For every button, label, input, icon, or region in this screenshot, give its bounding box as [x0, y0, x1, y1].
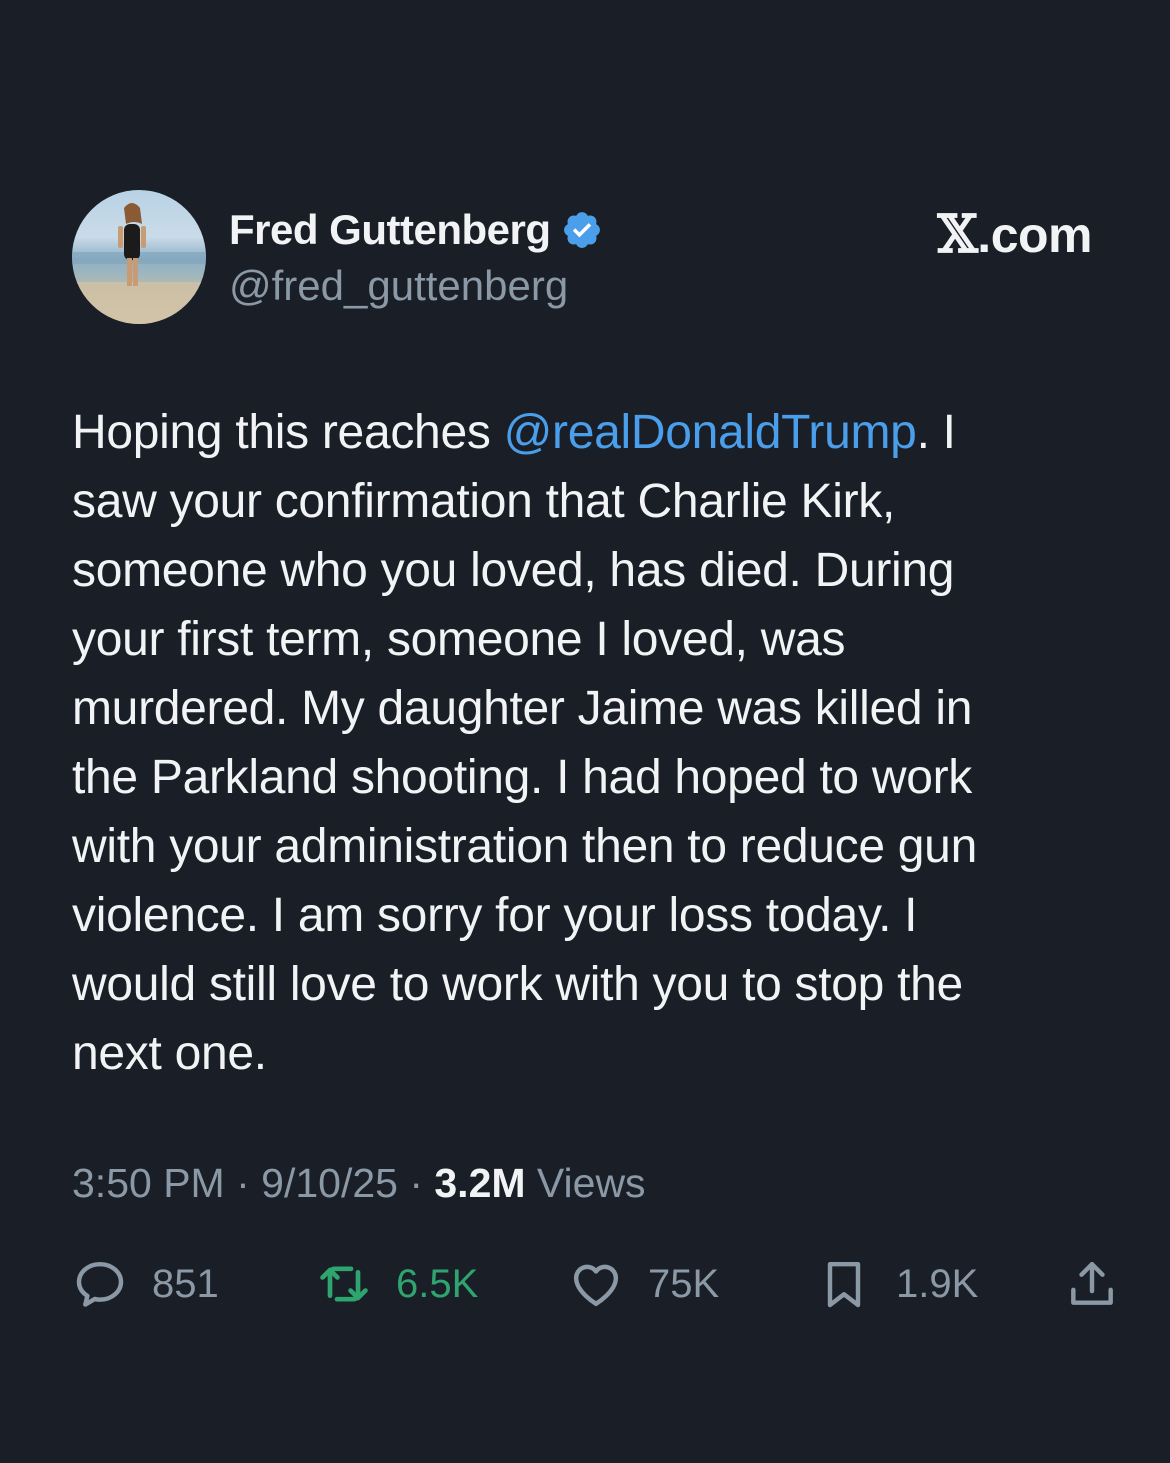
reply-icon [76, 1261, 124, 1307]
like-button[interactable]: 75K [568, 1254, 719, 1314]
repost-count: 6.5K [396, 1261, 479, 1306]
author-handle[interactable]: @fred_guttenberg [229, 262, 568, 310]
x-logo: 𝕏 .com [937, 204, 1092, 265]
bookmark-icon [827, 1261, 861, 1308]
meta-separator: · [224, 1160, 262, 1206]
avatar[interactable] [72, 190, 206, 324]
post-line: saw your confirmation that Charlie Kirk, [72, 475, 895, 528]
post-line: Hoping this reaches @realDonaldTrump. I [72, 398, 1102, 467]
post-line-text: Hoping this reaches [72, 406, 504, 459]
reply-count: 851 [152, 1261, 219, 1306]
verified-badge-icon [563, 212, 600, 248]
post-line: would still love to work with you to sto… [72, 958, 963, 1011]
mention-link[interactable]: @realDonaldTrump [504, 406, 917, 459]
meta-separator: · [397, 1160, 435, 1206]
repost-button[interactable]: 6.5K [316, 1254, 478, 1314]
post-line: someone who you loved, has died. During [72, 544, 955, 597]
repost-icon [320, 1266, 368, 1302]
x-logo-label: .com [977, 207, 1092, 263]
author-name-row[interactable]: Fred Guttenberg [229, 204, 603, 256]
post-meta: 3:50 PM · 9/10/25 · 3.2M Views [72, 1160, 646, 1207]
post-line: your first term, someone I loved, was [72, 613, 846, 666]
tweet-card: Fred Guttenberg @fred_guttenberg 𝕏 .com H… [0, 0, 1170, 1463]
heart-icon [573, 1264, 619, 1307]
author-display-name[interactable]: Fred Guttenberg [229, 206, 551, 254]
share-button[interactable] [1064, 1254, 1120, 1314]
post-line: violence. I am sorry for your loss today… [72, 889, 918, 942]
views-label: Views [525, 1160, 646, 1206]
views-count[interactable]: 3.2M [434, 1160, 525, 1206]
post-line: next one. [72, 1027, 267, 1080]
post-text: Hoping this reaches @realDonaldTrump. I … [72, 398, 1102, 1088]
reply-button[interactable]: 851 [72, 1254, 219, 1314]
share-icon [1071, 1261, 1113, 1305]
post-line-text: . I [916, 406, 956, 459]
avatar-photo [72, 203, 206, 324]
x-logo-icon: 𝕏 [937, 204, 978, 265]
like-count: 75K [648, 1261, 720, 1306]
bookmark-count: 1.9K [896, 1261, 979, 1306]
bookmark-button[interactable]: 1.9K [816, 1254, 978, 1314]
action-bar: 851 6.5K 75K 1.9K [72, 1254, 1122, 1314]
post-time[interactable]: 3:50 PM [72, 1160, 225, 1206]
post-line: with your administration then to reduce … [72, 820, 977, 873]
post-date[interactable]: 9/10/25 [261, 1160, 398, 1206]
post-line: the Parkland shooting. I had hoped to wo… [72, 751, 973, 804]
post-line: murdered. My daughter Jaime was killed i… [72, 682, 973, 735]
